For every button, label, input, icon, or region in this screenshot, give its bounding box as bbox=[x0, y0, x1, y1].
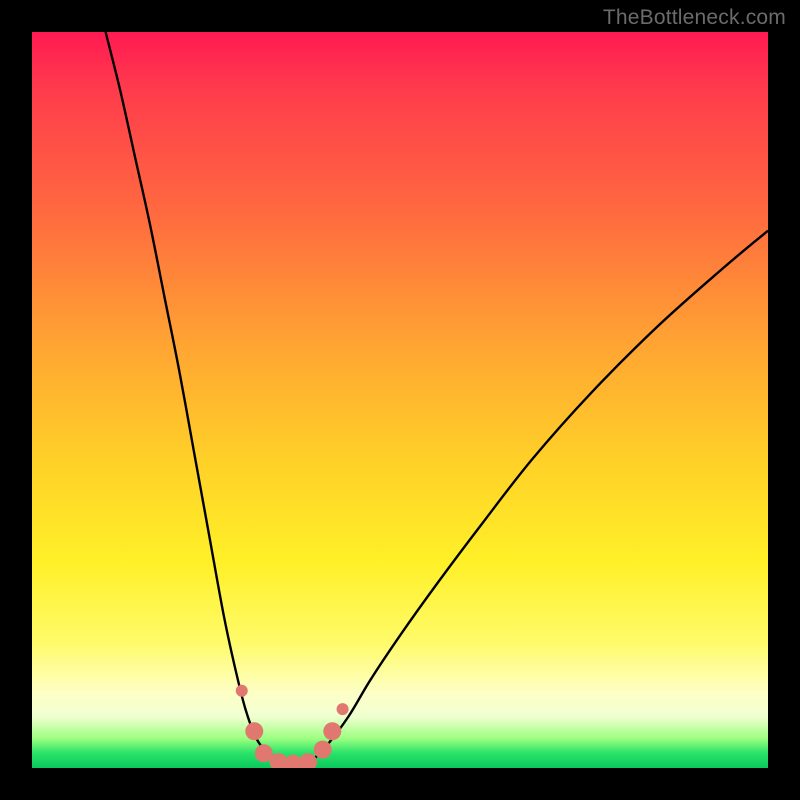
curve-layer bbox=[32, 32, 768, 768]
highlight-marker bbox=[299, 753, 317, 768]
highlight-markers bbox=[236, 685, 349, 768]
highlight-marker bbox=[236, 685, 248, 697]
watermark-text: TheBottleneck.com bbox=[603, 6, 786, 30]
curve-right-branch bbox=[304, 231, 768, 765]
plot-area bbox=[32, 32, 768, 768]
chart-frame: TheBottleneck.com bbox=[0, 0, 800, 800]
highlight-marker bbox=[245, 722, 263, 740]
highlight-marker bbox=[337, 703, 349, 715]
highlight-marker bbox=[323, 722, 341, 740]
highlight-marker bbox=[314, 741, 332, 759]
curve-left-branch bbox=[106, 32, 283, 764]
